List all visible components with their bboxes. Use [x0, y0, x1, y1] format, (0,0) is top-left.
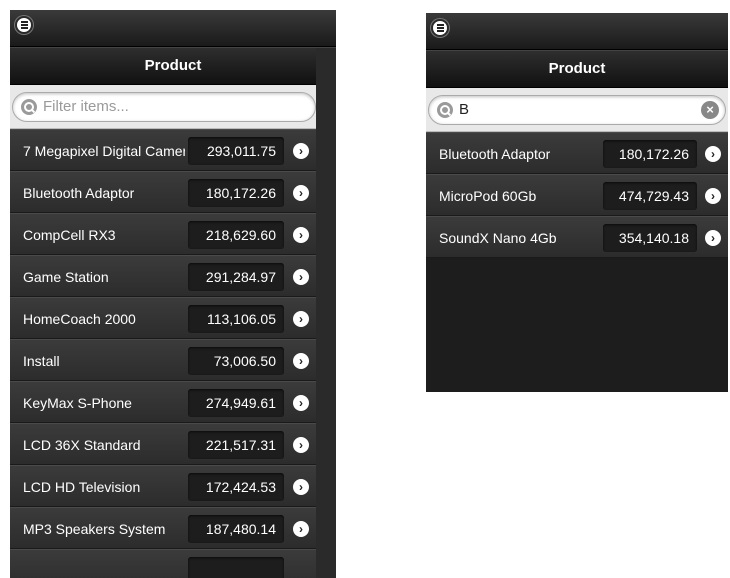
search-bar	[10, 85, 336, 129]
item-value: 354,140.18	[603, 224, 697, 252]
clear-icon[interactable]: ×	[701, 101, 719, 119]
list-item[interactable]: LCD 36X Standard 221,517.31 ›	[10, 423, 336, 465]
product-list: 7 Megapixel Digital Camera 293,011.75 › …	[10, 129, 336, 578]
menu-icon[interactable]	[431, 19, 449, 37]
search-box: ×	[428, 95, 726, 125]
item-value: 73,006.50	[188, 347, 284, 375]
list-item-partial[interactable]	[10, 549, 336, 578]
page-title: Product	[10, 47, 336, 85]
chevron-right-icon[interactable]: ›	[293, 521, 309, 537]
item-name: KeyMax S-Phone	[23, 395, 132, 411]
chevron-right-icon[interactable]: ›	[705, 188, 721, 204]
list-item[interactable]: MicroPod 60Gb 474,729.43 ›	[426, 174, 728, 216]
item-value: 221,517.31	[188, 431, 284, 459]
scroll-track[interactable]	[316, 48, 336, 578]
list-item[interactable]: LCD HD Television 172,424.53 ›	[10, 465, 336, 507]
item-name: 7 Megapixel Digital Camera	[23, 143, 185, 159]
chevron-right-icon[interactable]: ›	[293, 143, 309, 159]
item-value: 180,172.26	[603, 140, 697, 168]
list-item[interactable]: Game Station 291,284.97 ›	[10, 255, 336, 297]
list-item[interactable]: MP3 Speakers System 187,480.14 ›	[10, 507, 336, 549]
item-name: Bluetooth Adaptor	[439, 146, 551, 162]
item-value: 293,011.75	[188, 137, 284, 165]
item-name: MicroPod 60Gb	[439, 188, 537, 204]
item-name: Install	[23, 353, 60, 369]
top-toolbar	[426, 13, 728, 50]
item-value-partial	[188, 557, 284, 578]
search-bar: ×	[426, 88, 728, 132]
page-title: Product	[426, 50, 728, 88]
list-item[interactable]: 7 Megapixel Digital Camera 293,011.75 ›	[10, 129, 336, 171]
item-name: HomeCoach 2000	[23, 311, 136, 327]
top-toolbar	[10, 10, 336, 47]
right-phone-screen: Product × Bluetooth Adaptor 180,172.26 ›…	[426, 13, 728, 392]
item-name: CompCell RX3	[23, 227, 116, 243]
item-name: MP3 Speakers System	[23, 521, 166, 537]
left-phone-screen: Product 7 Megapixel Digital Camera 293,0…	[10, 10, 336, 578]
item-value: 113,106.05	[188, 305, 284, 333]
list-item[interactable]: Bluetooth Adaptor 180,172.26 ›	[10, 171, 336, 213]
item-value: 274,949.61	[188, 389, 284, 417]
item-value: 172,424.53	[188, 473, 284, 501]
item-name: Bluetooth Adaptor	[23, 185, 135, 201]
list-item[interactable]: HomeCoach 2000 113,106.05 ›	[10, 297, 336, 339]
list-item[interactable]: KeyMax S-Phone 274,949.61 ›	[10, 381, 336, 423]
search-input[interactable]	[459, 96, 679, 124]
chevron-right-icon[interactable]: ›	[293, 311, 309, 327]
item-value: 187,480.14	[188, 515, 284, 543]
chevron-right-icon[interactable]: ›	[293, 353, 309, 369]
item-value: 291,284.97	[188, 263, 284, 291]
menu-icon[interactable]	[15, 16, 33, 34]
chevron-right-icon[interactable]: ›	[293, 185, 309, 201]
chevron-right-icon[interactable]: ›	[293, 437, 309, 453]
chevron-right-icon[interactable]: ›	[293, 227, 309, 243]
chevron-right-icon[interactable]: ›	[705, 146, 721, 162]
search-icon	[437, 102, 453, 118]
list-item[interactable]: Install 73,006.50 ›	[10, 339, 336, 381]
item-name: Game Station	[23, 269, 109, 285]
item-value: 218,629.60	[188, 221, 284, 249]
chevron-right-icon[interactable]: ›	[293, 395, 309, 411]
list-item[interactable]: SoundX Nano 4Gb 354,140.18 ›	[426, 216, 728, 258]
item-name: SoundX Nano 4Gb	[439, 230, 557, 246]
list-item[interactable]: CompCell RX3 218,629.60 ›	[10, 213, 336, 255]
search-input[interactable]	[43, 93, 263, 121]
search-box	[12, 92, 316, 122]
product-list: Bluetooth Adaptor 180,172.26 › MicroPod …	[426, 132, 728, 258]
item-name: LCD HD Television	[23, 479, 141, 495]
list-item[interactable]: Bluetooth Adaptor 180,172.26 ›	[426, 132, 728, 174]
search-icon	[21, 99, 37, 115]
item-value: 180,172.26	[188, 179, 284, 207]
chevron-right-icon[interactable]: ›	[293, 269, 309, 285]
chevron-right-icon[interactable]: ›	[705, 230, 721, 246]
chevron-right-icon[interactable]: ›	[293, 479, 309, 495]
item-value: 474,729.43	[603, 182, 697, 210]
item-name: LCD 36X Standard	[23, 437, 141, 453]
